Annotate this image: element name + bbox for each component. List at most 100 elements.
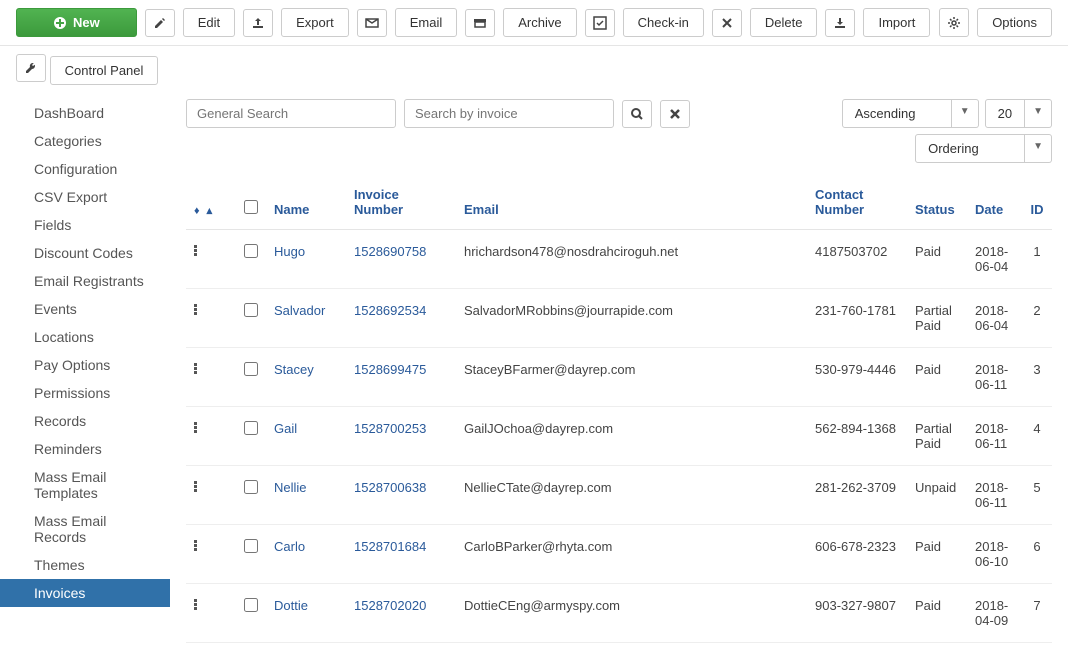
sidebar-item-events[interactable]: Events [0,295,170,323]
options-button[interactable]: Options [977,8,1052,37]
row-select-checkbox[interactable] [244,480,258,494]
cell-name[interactable]: Gail [266,407,346,466]
cell-id: 1 [1022,230,1052,289]
search-icon [630,107,644,121]
x-icon [720,16,734,30]
sidebar-item-mass-email-records[interactable]: Mass Email Records [0,507,170,551]
import-button[interactable]: Import [863,8,930,37]
row-select-checkbox[interactable] [244,362,258,376]
sidebar-item-email-registrants[interactable]: Email Registrants [0,267,170,295]
cell-date: 2018-06-11 [967,348,1022,407]
main-area: DashBoardCategoriesConfigurationCSV Expo… [0,93,1068,659]
sidebar-item-discount-codes[interactable]: Discount Codes [0,239,170,267]
cell-invoice[interactable]: 1528702020 [346,584,456,643]
row-actions-kebab[interactable] [194,421,198,434]
cell-name[interactable]: Dottie [266,584,346,643]
sidebar-item-configuration[interactable]: Configuration [0,155,170,183]
sidebar-item-locations[interactable]: Locations [0,323,170,351]
cell-id: 3 [1022,348,1052,407]
delete-button[interactable]: Delete [750,8,818,37]
general-search-input[interactable] [186,99,396,128]
edit-icon-button[interactable] [145,9,175,37]
edit-label: Edit [198,15,220,30]
col-status[interactable]: Status [907,175,967,230]
export-button[interactable]: Export [281,8,349,37]
invoice-search-input[interactable] [404,99,614,128]
cell-invoice[interactable]: 1528690758 [346,230,456,289]
sidebar-item-fields[interactable]: Fields [0,211,170,239]
content: Ascending ▼ 20 ▼ Ordering ▼ ♦ ▴ Name [170,93,1068,659]
cell-invoice[interactable]: 1528700253 [346,407,456,466]
control-panel-button[interactable]: Control Panel [50,56,159,85]
cell-name[interactable]: Carlo [266,525,346,584]
cell-name[interactable]: Stacey [266,348,346,407]
col-name[interactable]: Name [266,175,346,230]
clear-search-button[interactable] [660,100,690,128]
export-icon-button[interactable] [243,9,273,37]
email-icon-button[interactable] [357,9,387,37]
cell-date: 2018-04-09 [967,584,1022,643]
col-contact[interactable]: Contact Number [807,175,907,230]
options-icon-button[interactable] [939,8,969,37]
row-select-checkbox[interactable] [244,598,258,612]
checkin-button[interactable]: Check-in [623,8,704,37]
edit-button[interactable]: Edit [183,8,235,37]
sidebar-item-invoices[interactable]: Invoices [0,579,170,607]
cell-status: Partial Paid [907,289,967,348]
row-actions-kebab[interactable] [194,244,198,257]
ordering-select[interactable]: Ordering ▼ [915,134,1052,163]
email-button[interactable]: Email [395,8,458,37]
sidebar-item-permissions[interactable]: Permissions [0,379,170,407]
clear-icon [668,107,682,121]
row-select-checkbox[interactable] [244,303,258,317]
row-actions-kebab[interactable] [194,480,198,493]
delete-label: Delete [765,15,803,30]
row-select-checkbox[interactable] [244,421,258,435]
new-button[interactable]: New [16,8,137,37]
archive-button[interactable]: Archive [503,8,576,37]
row-select-checkbox[interactable] [244,244,258,258]
checkbox-icon [593,16,607,30]
cell-invoice[interactable]: 1528700638 [346,466,456,525]
archive-icon [473,16,487,30]
table-row: Stacey1528699475StaceyBFarmer@dayrep.com… [186,348,1052,407]
select-all-checkbox[interactable] [244,200,258,214]
control-panel-icon-button[interactable] [16,54,46,82]
table-row: Salvador1528692534SalvadorMRobbins@jourr… [186,289,1052,348]
sidebar-item-pay-options[interactable]: Pay Options [0,351,170,379]
cell-email: NellieCTate@dayrep.com [456,466,807,525]
row-select-checkbox[interactable] [244,539,258,553]
row-actions-kebab[interactable] [194,598,198,611]
archive-icon-button[interactable] [465,9,495,37]
page-size-select[interactable]: 20 ▼ [985,99,1052,128]
sidebar-item-dashboard[interactable]: DashBoard [0,99,170,127]
row-actions-kebab[interactable] [194,539,198,552]
col-id[interactable]: ID [1022,175,1052,230]
sidebar-item-csv-export[interactable]: CSV Export [0,183,170,211]
cell-name[interactable]: Salvador [266,289,346,348]
sidebar-item-records[interactable]: Records [0,407,170,435]
cell-invoice[interactable]: 1528692534 [346,289,456,348]
plus-icon [53,16,67,30]
sidebar-item-categories[interactable]: Categories [0,127,170,155]
col-invoice[interactable]: Invoice Number [346,175,456,230]
sidebar-item-mass-email-templates[interactable]: Mass Email Templates [0,463,170,507]
checkin-icon-button[interactable] [585,9,615,37]
sidebar-item-themes[interactable]: Themes [0,551,170,579]
sort-direction-select[interactable]: Ascending ▼ [842,99,979,128]
sidebar: DashBoardCategoriesConfigurationCSV Expo… [0,93,170,613]
col-email[interactable]: Email [456,175,807,230]
cell-invoice[interactable]: 1528699475 [346,348,456,407]
sort-handle-icon[interactable]: ♦ ▴ [194,205,214,217]
cell-status: Paid [907,348,967,407]
cell-invoice[interactable]: 1528701684 [346,525,456,584]
row-actions-kebab[interactable] [194,303,198,316]
cell-name[interactable]: Hugo [266,230,346,289]
search-button[interactable] [622,100,652,128]
delete-icon-button[interactable] [712,9,742,37]
col-date[interactable]: Date [967,175,1022,230]
row-actions-kebab[interactable] [194,362,198,375]
sidebar-item-reminders[interactable]: Reminders [0,435,170,463]
cell-name[interactable]: Nellie [266,466,346,525]
import-icon-button[interactable] [825,9,855,37]
